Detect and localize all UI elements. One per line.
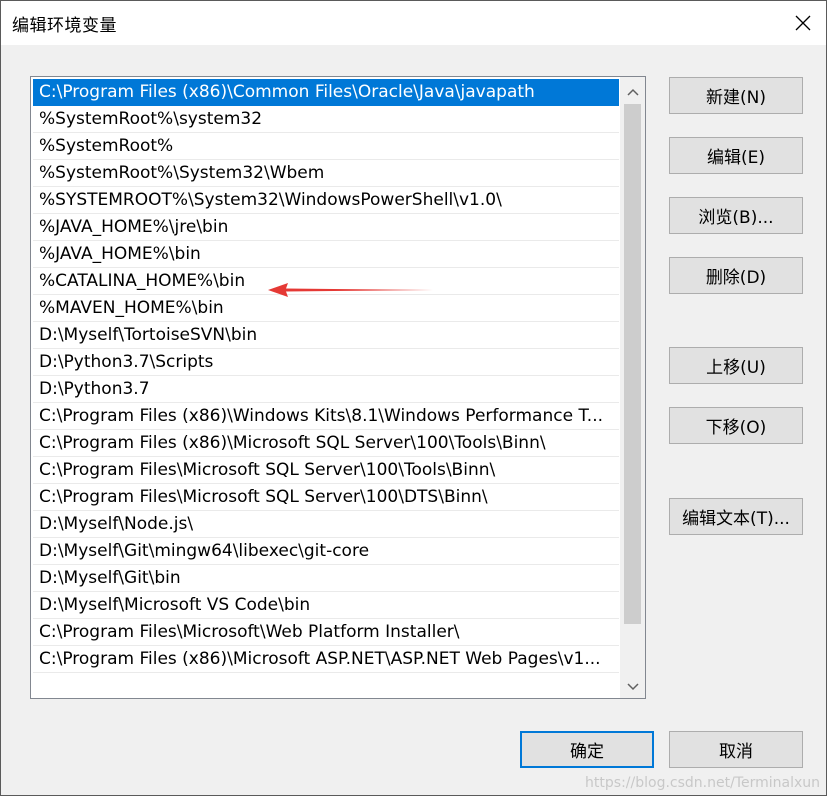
scroll-down-button[interactable] [620,672,645,698]
path-list-item[interactable]: D:\Myself\Microsoft VS Code\bin [33,592,619,619]
path-list-item[interactable]: %JAVA_HOME%\bin [33,241,619,268]
browse-button[interactable]: 浏览(B)... [669,197,803,234]
watermark: https://blog.csdn.net/Terminalxun [585,775,820,791]
path-list-item[interactable]: C:\Program Files (x86)\Windows Kits\8.1\… [33,403,619,430]
path-list-item[interactable]: D:\Myself\TortoiseSVN\bin [33,322,619,349]
close-icon [795,15,811,31]
scroll-thumb[interactable] [624,104,641,624]
chevron-up-icon [626,81,639,100]
edit-env-var-dialog: 编辑环境变量 C:\Program Files (x86)\Common Fil… [0,0,827,796]
path-list-item[interactable]: %SystemRoot%\system32 [33,106,619,133]
path-list-item[interactable]: C:\Program Files (x86)\Common Files\Orac… [33,79,619,106]
edit-text-button[interactable]: 编辑文本(T)... [669,498,803,535]
path-list-item[interactable]: D:\Myself\Git\bin [33,565,619,592]
annotation-arrow-icon [266,280,436,304]
path-list-item[interactable]: D:\Python3.7 [33,376,619,403]
scroll-up-button[interactable] [620,77,645,103]
cancel-button[interactable]: 取消 [669,731,803,768]
path-list-item[interactable]: D:\Python3.7\Scripts [33,349,619,376]
ok-button[interactable]: 确定 [520,731,654,768]
path-list-item[interactable]: D:\Myself\Node.js\ [33,511,619,538]
path-list-item[interactable]: C:\Program Files\Microsoft SQL Server\10… [33,457,619,484]
chevron-down-icon [626,676,639,695]
close-button[interactable] [780,1,826,45]
path-list-item[interactable]: C:\Program Files\Microsoft\Web Platform … [33,619,619,646]
edit-button[interactable]: 编辑(E) [669,137,803,174]
new-button[interactable]: 新建(N) [669,77,803,114]
delete-button[interactable]: 删除(D) [669,257,803,294]
path-list-rows: C:\Program Files (x86)\Common Files\Orac… [33,79,619,673]
path-list-item[interactable]: %SystemRoot%\System32\Wbem [33,160,619,187]
path-list-item[interactable]: %SystemRoot% [33,133,619,160]
path-list[interactable]: C:\Program Files (x86)\Common Files\Orac… [30,76,646,699]
title-bar: 编辑环境变量 [1,1,826,45]
path-list-item[interactable]: %SYSTEMROOT%\System32\WindowsPowerShell\… [33,187,619,214]
path-list-item[interactable]: %JAVA_HOME%\jre\bin [33,214,619,241]
path-list-item[interactable]: C:\Program Files (x86)\Microsoft SQL Ser… [33,430,619,457]
path-list-item[interactable]: D:\Myself\Git\mingw64\libexec\git-core [33,538,619,565]
path-list-item[interactable]: C:\Program Files\Microsoft SQL Server\10… [33,484,619,511]
window-title: 编辑环境变量 [12,16,117,36]
move-down-button[interactable]: 下移(O) [669,407,803,444]
move-up-button[interactable]: 上移(U) [669,347,803,384]
path-list-item[interactable]: C:\Program Files (x86)\Microsoft ASP.NET… [33,646,619,673]
vertical-scrollbar[interactable] [620,77,645,698]
